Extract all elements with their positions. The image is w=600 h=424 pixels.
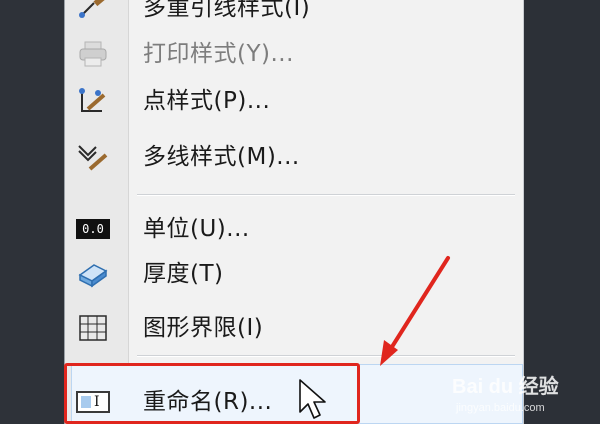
menu-item-point-style[interactable]: 点样式(P)... xyxy=(65,79,523,123)
watermark-url: jingyan.baidu.com xyxy=(456,402,545,414)
menu-item-label: 多线样式(M)... xyxy=(143,144,300,170)
menu-item-label: 图形界限(I) xyxy=(143,315,264,341)
left-background xyxy=(0,0,66,424)
multiline-style-icon xyxy=(73,141,113,173)
units-icon: 0.0 xyxy=(73,213,113,245)
menu-item-multileader-style[interactable]: 多重引线样式(I) xyxy=(65,0,523,30)
format-dropdown-menu: 多重引线样式(I) 打印样式(Y)... 点样式(P)... 多线样式(M)..… xyxy=(64,0,524,424)
menu-item-thickness[interactable]: 厚度(T) xyxy=(65,252,523,296)
menu-item-label: 多重引线样式(I) xyxy=(143,0,311,21)
mouse-cursor-icon xyxy=(299,379,326,419)
menu-item-label: 厚度(T) xyxy=(143,261,224,287)
baidu-watermark: Bai du 经验 jingyan.baidu.com xyxy=(452,368,600,424)
menu-item-label: 点样式(P)... xyxy=(143,88,271,114)
menu-item-drawing-limits[interactable]: 图形界限(I) xyxy=(65,306,523,350)
menu-separator xyxy=(137,194,515,196)
menu-separator xyxy=(137,355,515,357)
printer-icon xyxy=(73,38,113,70)
units-icon-text: 0.0 xyxy=(76,219,110,239)
menu-item-label: 单位(U)... xyxy=(143,216,250,242)
drawing-limits-icon xyxy=(73,312,113,344)
menu-item-units[interactable]: 0.0 单位(U)... xyxy=(65,207,523,251)
menu-item-label: 打印样式(Y)... xyxy=(143,41,294,67)
watermark-logo-text: Bai du 经验 xyxy=(452,376,559,398)
right-background xyxy=(524,0,600,424)
multileader-style-icon xyxy=(73,0,113,24)
point-style-icon xyxy=(73,85,113,117)
menu-item-multiline-style[interactable]: 多线样式(M)... xyxy=(65,135,523,179)
thickness-icon xyxy=(73,258,113,290)
menu-item-plot-style[interactable]: 打印样式(Y)... xyxy=(65,32,523,76)
